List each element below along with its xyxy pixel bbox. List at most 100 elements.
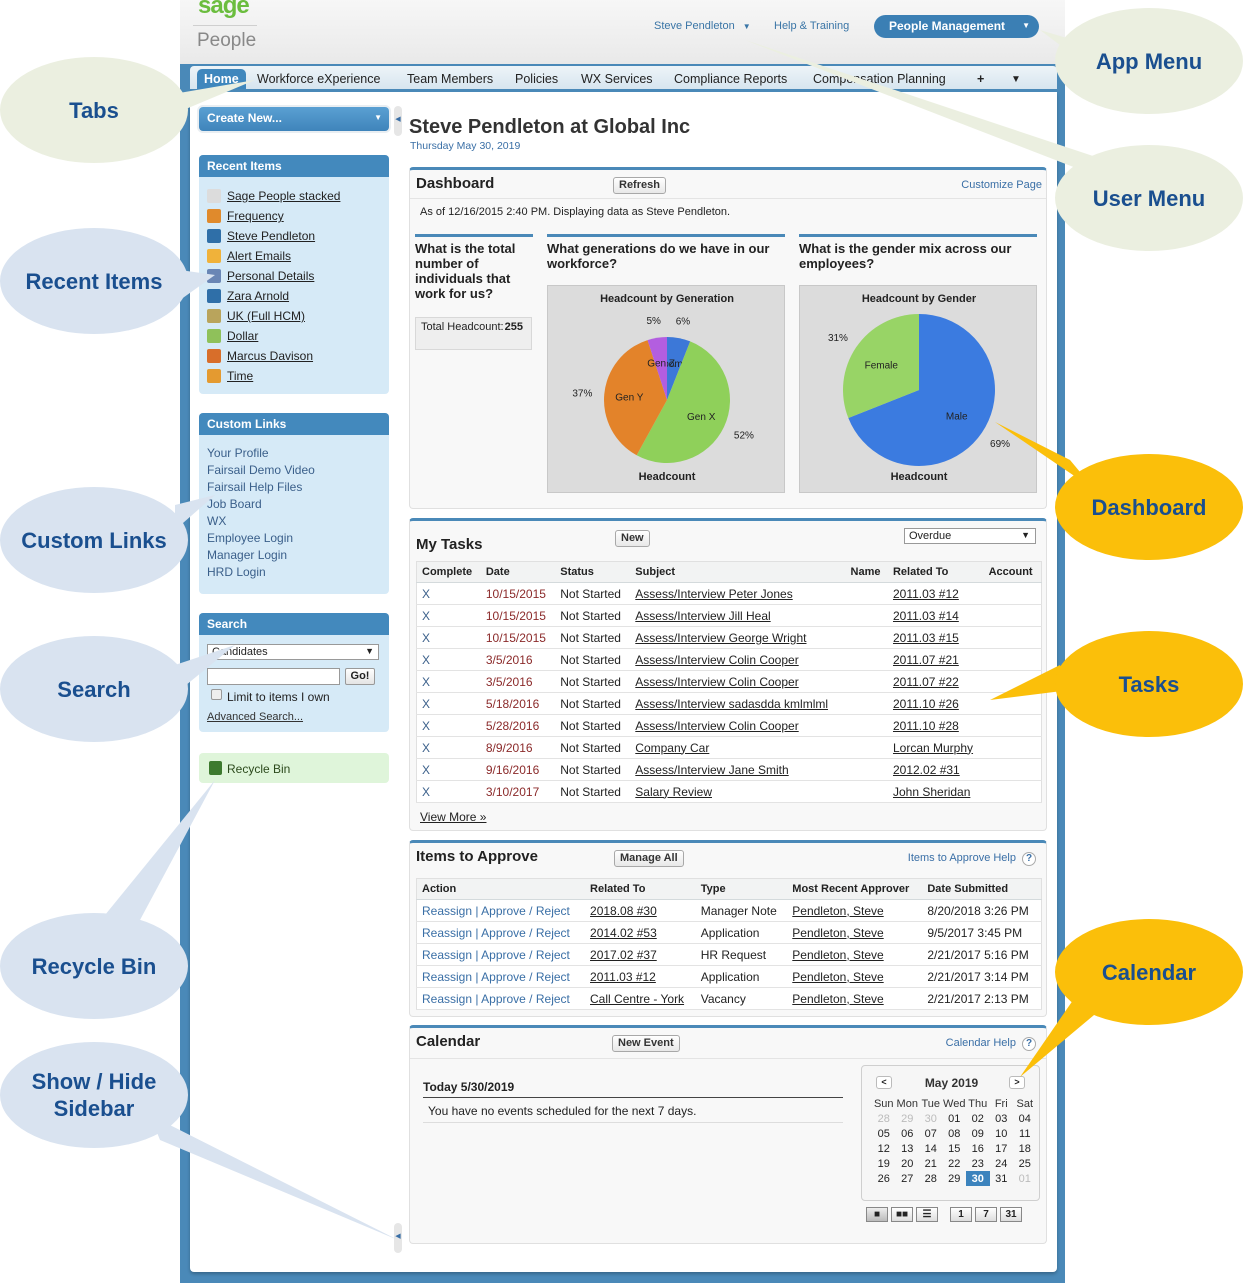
complete-task-link[interactable]: X bbox=[416, 780, 481, 803]
calendar-day[interactable]: 17 bbox=[990, 1141, 1014, 1156]
calendar-day[interactable]: 01 bbox=[1013, 1171, 1037, 1186]
custom-link[interactable]: Manager Login bbox=[199, 548, 389, 565]
recent-item[interactable]: Time bbox=[199, 366, 389, 386]
task-subject-link[interactable]: Assess/Interview Colin Cooper bbox=[635, 653, 798, 667]
recent-item[interactable]: Marcus Davison bbox=[199, 346, 389, 366]
total-headcount-metric[interactable]: Total Headcount: 255 bbox=[415, 317, 532, 350]
complete-task-link[interactable]: X bbox=[416, 582, 481, 605]
reassign-link[interactable]: Reassign bbox=[422, 970, 472, 984]
task-related-link[interactable]: 2011.07 #22 bbox=[893, 675, 959, 689]
week-view-button[interactable]: 7 bbox=[975, 1207, 997, 1222]
calendar-day[interactable]: 27 bbox=[896, 1171, 920, 1186]
calendar-day[interactable]: 10 bbox=[990, 1126, 1014, 1141]
tab-workforce-experience[interactable]: Workforce eXperience bbox=[257, 72, 380, 86]
calendar-day[interactable]: 20 bbox=[896, 1156, 920, 1171]
calendar-day[interactable]: 07 bbox=[919, 1126, 943, 1141]
approver-link[interactable]: Pendleton, Steve bbox=[792, 992, 883, 1006]
calendar-day[interactable]: 19 bbox=[872, 1156, 896, 1171]
task-subject-link[interactable]: Assess/Interview George Wright bbox=[635, 631, 806, 645]
sidebar-toggle-bottom[interactable]: ◀ bbox=[394, 1223, 402, 1253]
month-view-button[interactable]: 31 bbox=[1000, 1207, 1022, 1222]
calendar-day[interactable]: 23 bbox=[966, 1156, 990, 1171]
complete-task-link[interactable]: X bbox=[416, 692, 481, 715]
approver-link[interactable]: Pendleton, Steve bbox=[792, 926, 883, 940]
tab-home[interactable]: Home bbox=[197, 69, 246, 89]
app-menu-button[interactable]: People Management ▼ bbox=[874, 15, 1039, 38]
view-more-link[interactable]: View More » bbox=[420, 810, 486, 824]
column-header[interactable]: Complete bbox=[416, 561, 481, 583]
custom-link[interactable]: HRD Login bbox=[199, 565, 389, 582]
calendar-day[interactable]: 03 bbox=[990, 1111, 1014, 1126]
tab-team-members[interactable]: Team Members bbox=[407, 72, 493, 86]
task-subject-link[interactable]: Assess/Interview Jane Smith bbox=[635, 763, 788, 777]
calendar-day[interactable]: 18 bbox=[1013, 1141, 1037, 1156]
single-user-view-icon[interactable]: ■ bbox=[866, 1207, 888, 1222]
approver-link[interactable]: Pendleton, Steve bbox=[792, 948, 883, 962]
calendar-day[interactable]: 16 bbox=[966, 1141, 990, 1156]
calendar-day[interactable]: 02 bbox=[966, 1111, 990, 1126]
task-related-link[interactable]: 2011.10 #28 bbox=[893, 719, 959, 733]
search-go-button[interactable]: Go! bbox=[345, 668, 375, 685]
task-related-link[interactable]: 2011.03 #14 bbox=[893, 609, 959, 623]
recent-item[interactable]: Zara Arnold bbox=[199, 286, 389, 306]
approve-reject-link[interactable]: Approve / Reject bbox=[481, 948, 570, 962]
task-subject-link[interactable]: Salary Review bbox=[635, 785, 712, 799]
calendar-day[interactable]: 06 bbox=[896, 1126, 920, 1141]
calendar-day[interactable]: 12 bbox=[872, 1141, 896, 1156]
recent-item[interactable]: Personal Details bbox=[199, 266, 389, 286]
recent-item[interactable]: Dollar bbox=[199, 326, 389, 346]
tab-compliance-reports[interactable]: Compliance Reports bbox=[674, 72, 787, 86]
calendar-day[interactable]: 11 bbox=[1013, 1126, 1037, 1141]
refresh-button[interactable]: Refresh bbox=[613, 177, 666, 194]
task-subject-link[interactable]: Assess/Interview Peter Jones bbox=[635, 587, 792, 601]
calendar-day[interactable]: 21 bbox=[919, 1156, 943, 1171]
tab-policies[interactable]: Policies bbox=[515, 72, 558, 86]
column-header[interactable]: Date bbox=[480, 561, 556, 583]
task-subject-link[interactable]: Assess/Interview Colin Cooper bbox=[635, 719, 798, 733]
calendar-day[interactable]: 04 bbox=[1013, 1111, 1037, 1126]
new-task-button[interactable]: New bbox=[615, 530, 650, 547]
calendar-day[interactable]: 14 bbox=[919, 1141, 943, 1156]
task-related-link[interactable]: 2011.10 #26 bbox=[893, 697, 959, 711]
calendar-day[interactable]: 26 bbox=[872, 1171, 896, 1186]
recent-item[interactable]: Steve Pendleton bbox=[199, 226, 389, 246]
approval-related-link[interactable]: 2018.08 #30 bbox=[590, 904, 657, 918]
custom-link[interactable]: Fairsail Help Files bbox=[199, 480, 389, 497]
new-event-button[interactable]: New Event bbox=[612, 1035, 680, 1052]
manage-all-button[interactable]: Manage All bbox=[614, 850, 684, 867]
approve-reject-link[interactable]: Approve / Reject bbox=[481, 926, 570, 940]
complete-task-link[interactable]: X bbox=[416, 670, 481, 693]
calendar-day[interactable]: 01 bbox=[943, 1111, 967, 1126]
calendar-day[interactable]: 31 bbox=[990, 1171, 1014, 1186]
approvals-help-link[interactable]: Items to Approve Help? bbox=[908, 852, 1036, 866]
task-subject-link[interactable]: Company Car bbox=[635, 741, 709, 755]
calendar-day[interactable]: 09 bbox=[966, 1126, 990, 1141]
create-new-button[interactable]: Create New... ▼ bbox=[199, 107, 389, 131]
reassign-link[interactable]: Reassign bbox=[422, 948, 472, 962]
approve-reject-link[interactable]: Approve / Reject bbox=[481, 970, 570, 984]
approver-link[interactable]: Pendleton, Steve bbox=[792, 970, 883, 984]
reassign-link[interactable]: Reassign bbox=[422, 992, 472, 1006]
column-header[interactable]: Subject bbox=[630, 561, 846, 583]
recent-item[interactable]: UK (Full HCM) bbox=[199, 306, 389, 326]
sidebar-toggle-top[interactable]: ◀ bbox=[394, 106, 402, 136]
task-subject-link[interactable]: Assess/Interview Colin Cooper bbox=[635, 675, 798, 689]
calendar-day[interactable]: 15 bbox=[943, 1141, 967, 1156]
custom-link[interactable]: Fairsail Demo Video bbox=[199, 463, 389, 480]
recent-item[interactable]: Frequency bbox=[199, 206, 389, 226]
task-filter-select[interactable]: Overdue ▼ bbox=[904, 528, 1036, 544]
calendar-day[interactable]: 29 bbox=[896, 1111, 920, 1126]
column-header[interactable]: Account bbox=[983, 561, 1042, 583]
calendar-day[interactable]: 29 bbox=[943, 1171, 967, 1186]
custom-link[interactable]: Employee Login bbox=[199, 531, 389, 548]
limit-to-own-checkbox[interactable] bbox=[211, 689, 222, 700]
gender-chart[interactable]: Headcount by Gender Headcount Male 69% Femal… bbox=[799, 285, 1037, 493]
customize-page-link[interactable]: Customize Page bbox=[961, 179, 1042, 191]
list-view-icon[interactable]: ☰ bbox=[916, 1207, 938, 1222]
complete-task-link[interactable]: X bbox=[416, 714, 481, 737]
approval-related-link[interactable]: 2014.02 #53 bbox=[590, 926, 657, 940]
complete-task-link[interactable]: X bbox=[416, 736, 481, 759]
task-related-link[interactable]: 2012.02 #31 bbox=[893, 763, 960, 777]
column-header[interactable]: Status bbox=[555, 561, 631, 583]
day-view-button[interactable]: 1 bbox=[950, 1207, 972, 1222]
